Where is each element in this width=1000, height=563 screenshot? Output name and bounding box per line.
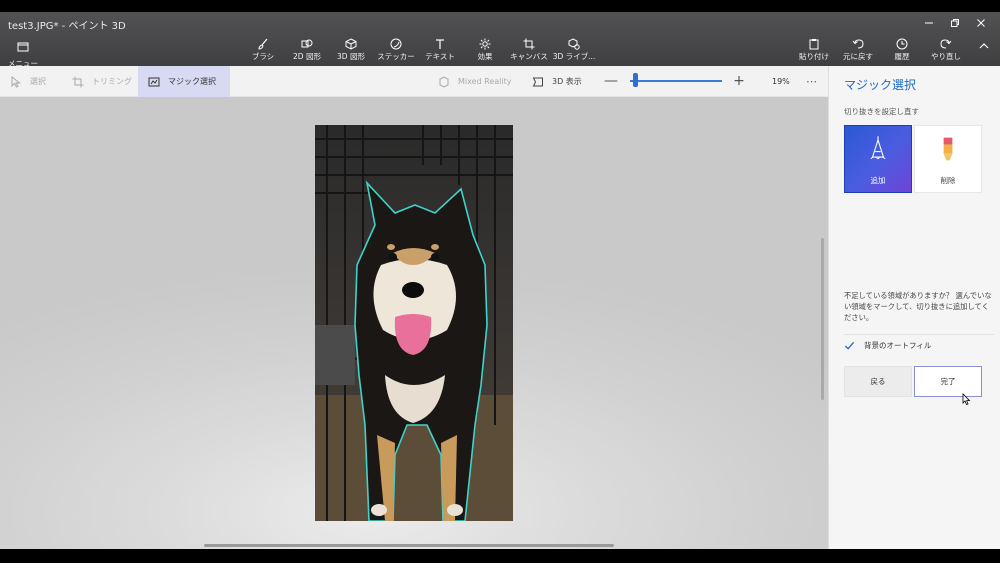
redo-button[interactable]: やり直し <box>930 38 962 66</box>
eraser-icon <box>943 137 953 161</box>
zoom-out-button[interactable]: — <box>604 74 618 88</box>
add-pen-icon <box>870 136 886 160</box>
tool-3d-shapes[interactable]: 3D 図形 <box>336 38 366 66</box>
menu-button[interactable]: メニュー <box>8 38 38 68</box>
tool-2d-shapes[interactable]: 2D 図形 <box>292 38 322 66</box>
panel-title: マジック選択 <box>844 78 917 92</box>
minimize-icon <box>925 22 933 24</box>
magic-select-label: マジック選択 <box>168 77 216 86</box>
mouse-cursor-icon <box>962 393 971 405</box>
tool-label: 効果 <box>477 52 493 61</box>
zoom-in-button[interactable]: + <box>732 74 746 88</box>
3d-view-label: 3D 表示 <box>552 77 582 86</box>
delete-label: 削除 <box>940 176 956 185</box>
tool-text[interactable]: テキスト <box>425 38 455 66</box>
ribbon: test3.JPG* - ペイント 3D メニュー ブラシ 2D 図形 3D 図… <box>0 12 1000 68</box>
history-icon <box>896 38 908 50</box>
mixed-reality-icon <box>439 75 449 88</box>
tool-label: やり直し <box>931 52 961 61</box>
paste-button[interactable]: 貼り付け <box>799 38 829 66</box>
text-icon <box>436 39 444 49</box>
checkmark-icon <box>844 341 855 350</box>
done-button[interactable]: 完了 <box>914 366 982 397</box>
undo-button[interactable]: 元に戻す <box>842 38 874 66</box>
crop-label: トリミング <box>92 77 132 86</box>
zoom-slider-track[interactable] <box>630 80 722 82</box>
history-button[interactable]: 履歴 <box>890 38 914 66</box>
mixed-reality-label: Mixed Reality <box>458 77 512 86</box>
collapse-ribbon-button[interactable] <box>976 40 992 68</box>
zoom-level: 19% <box>772 77 790 86</box>
undo-icon <box>852 39 864 49</box>
horizontal-scrollbar[interactable] <box>204 544 614 547</box>
dog-photo <box>315 125 513 521</box>
tool-stickers[interactable]: ステッカー <box>377 38 415 66</box>
tool-effects[interactable]: 効果 <box>474 38 496 66</box>
tool-label: 元に戻す <box>843 52 873 61</box>
select-label: 選択 <box>30 77 46 86</box>
3d-library-icon <box>568 38 580 50</box>
tool-canvas[interactable]: キャンバス <box>510 38 548 66</box>
brush-icon <box>258 38 268 50</box>
more-options-button[interactable]: ⋯ <box>806 66 817 97</box>
sticker-icon <box>390 38 402 50</box>
delete-mode-button[interactable]: 削除 <box>914 125 982 193</box>
tool-label: 3D 図形 <box>337 52 365 61</box>
tool-3d-library[interactable]: 3D ライブ... <box>553 38 595 66</box>
add-mode-button[interactable]: 追加 <box>844 125 912 193</box>
tool-label: キャンバス <box>510 52 548 61</box>
panel-subtitle: 切り抜きを設定し直す <box>844 107 919 116</box>
magic-select-icon <box>148 77 160 86</box>
close-icon <box>977 19 985 27</box>
zoom-slider-thumb[interactable] <box>633 73 638 87</box>
close-button[interactable] <box>968 15 994 31</box>
restore-icon <box>951 19 959 27</box>
cursor-select-icon <box>11 75 21 88</box>
bottom-letterbox <box>0 549 1000 563</box>
tool-label: ステッカー <box>377 52 415 61</box>
autofill-background-checkbox[interactable]: 背景のオートフィル <box>844 334 994 356</box>
drawing-canvas[interactable] <box>0 97 828 549</box>
maximize-button[interactable] <box>942 15 968 31</box>
tool-label: 履歴 <box>894 52 910 61</box>
redo-icon <box>940 39 952 49</box>
add-label: 追加 <box>870 176 886 185</box>
tool-label: ブラシ <box>251 52 275 61</box>
magic-select-tool[interactable]: マジック選択 <box>138 66 230 97</box>
folder-icon <box>17 42 29 52</box>
select-tool[interactable]: 選択 <box>10 66 46 97</box>
tool-label: 2D 図形 <box>293 52 321 61</box>
minimize-button[interactable] <box>916 15 942 31</box>
3d-shapes-icon <box>345 38 357 50</box>
paint-3d-window: test3.JPG* - ペイント 3D メニュー ブラシ 2D 図形 3D 図… <box>0 0 1000 563</box>
vertical-scrollbar[interactable] <box>821 238 824 400</box>
back-button[interactable]: 戻る <box>844 366 912 397</box>
tool-label: 貼り付け <box>799 52 829 61</box>
magic-select-panel: マジック選択 切り抜きを設定し直す 追加 削除 不足している領域がありますか？ … <box>828 66 1000 549</box>
crop-icon <box>72 76 84 87</box>
hint-text: 不足している領域がありますか？ 選んでいない領域をマークして、切り抜きに追加して… <box>844 291 992 322</box>
2d-shapes-icon <box>301 39 313 48</box>
crop-tool[interactable]: トリミング <box>72 66 132 97</box>
tool-label: 3D ライブ... <box>552 52 596 61</box>
effects-icon <box>479 38 491 50</box>
mixed-reality-button[interactable]: Mixed Reality <box>438 66 512 97</box>
tool-label: テキスト <box>425 52 455 61</box>
chevron-up-icon <box>979 43 989 49</box>
tool-brush[interactable]: ブラシ <box>252 38 274 66</box>
3d-view-button[interactable]: 3D 表示 <box>532 66 582 97</box>
3d-view-icon <box>532 77 543 86</box>
autofill-label: 背景のオートフィル <box>864 341 932 350</box>
paste-icon <box>809 39 819 50</box>
window-title: test3.JPG* - ペイント 3D <box>8 21 126 32</box>
canvas-icon <box>523 38 535 50</box>
